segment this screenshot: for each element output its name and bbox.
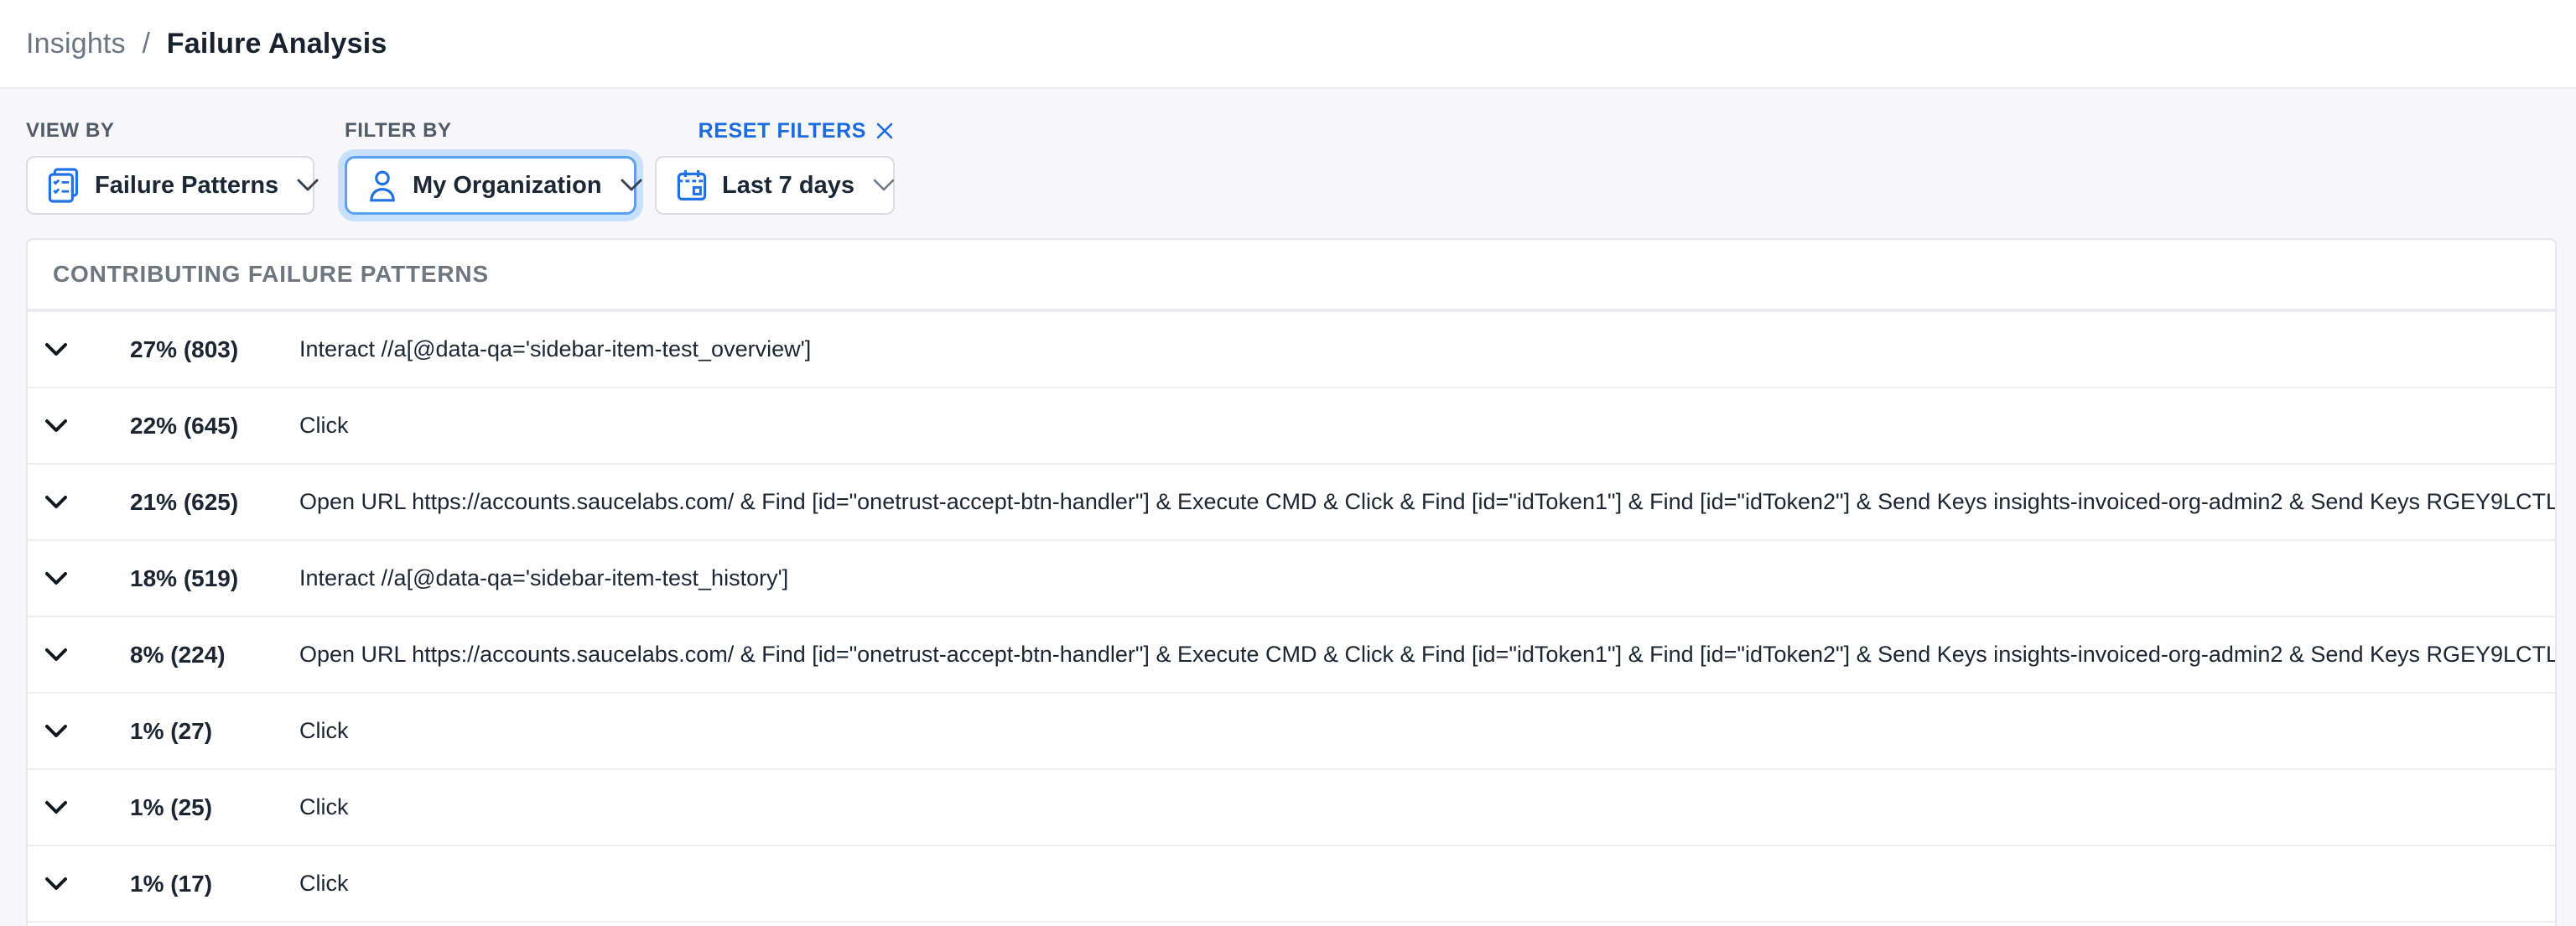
chevron-down-icon xyxy=(297,179,319,192)
organization-value: My Organization xyxy=(413,172,602,200)
card-title: CONTRIBUTING FAILURE PATTERNS xyxy=(53,261,489,288)
close-icon xyxy=(875,121,895,141)
expand-chevron-icon[interactable] xyxy=(44,877,68,891)
organization-dropdown[interactable]: My Organization xyxy=(345,156,636,215)
card-header: CONTRIBUTING FAILURE PATTERNS xyxy=(28,240,2555,312)
breadcrumb-insights-link[interactable]: Insights xyxy=(26,28,126,60)
reset-filters-button[interactable]: RESET FILTERS xyxy=(699,119,895,143)
expand-chevron-icon[interactable] xyxy=(44,419,68,433)
pattern-row[interactable]: 1% (17) Click xyxy=(28,846,2555,923)
breadcrumb: Insights / Failure Analysis xyxy=(26,28,387,60)
reset-filters-label: RESET FILTERS xyxy=(699,119,866,143)
expand-chevron-icon[interactable] xyxy=(44,800,68,814)
pattern-row[interactable]: 21% (625) Open URL https://accounts.sauc… xyxy=(28,465,2555,541)
chevron-down-icon xyxy=(873,179,895,192)
failure-patterns-card: CONTRIBUTING FAILURE PATTERNS 27% (803) … xyxy=(26,238,2557,926)
pattern-percent: 27% (803) xyxy=(130,336,299,363)
expand-chevron-icon[interactable] xyxy=(44,648,68,662)
pattern-percent: 22% (645) xyxy=(130,413,299,440)
pattern-row[interactable]: 1% (25) Click xyxy=(28,770,2555,846)
pattern-row[interactable]: 8% (224) Open URL https://accounts.sauce… xyxy=(28,617,2555,694)
pattern-row[interactable]: 18% (519) Interact //a[@data-qa='sidebar… xyxy=(28,541,2555,617)
pattern-text: Click xyxy=(299,413,2555,439)
date-range-dropdown[interactable]: Last 7 days xyxy=(655,156,895,215)
pattern-row[interactable]: 27% (803) Interact //a[@data-qa='sidebar… xyxy=(28,312,2555,388)
pattern-percent: 1% (17) xyxy=(130,871,299,897)
topbar: Insights / Failure Analysis xyxy=(0,0,2576,89)
pattern-percent: 18% (519) xyxy=(130,565,299,592)
pattern-percent: 1% (27) xyxy=(130,718,299,745)
date-range-value: Last 7 days xyxy=(722,172,854,200)
pattern-text: Interact //a[@data-qa='sidebar-item-test… xyxy=(299,336,2555,362)
view-by-value: Failure Patterns xyxy=(95,172,278,200)
view-by-dropdown[interactable]: Failure Patterns xyxy=(26,156,314,215)
pattern-text: Interact //a[@data-qa='sidebar-item-test… xyxy=(299,565,2555,591)
pattern-row[interactable]: 22% (645) Click xyxy=(28,388,2555,465)
chevron-down-icon xyxy=(621,179,642,192)
expand-chevron-icon[interactable] xyxy=(44,571,68,585)
pattern-text: Click xyxy=(299,871,2555,897)
pattern-text: Click xyxy=(299,794,2555,820)
pattern-percent: 8% (224) xyxy=(130,642,299,668)
view-by-label: VIEW BY xyxy=(26,119,115,143)
breadcrumb-separator: / xyxy=(142,28,150,60)
pattern-text: Open URL https://accounts.saucelabs.com/… xyxy=(299,642,2555,668)
filters-section: VIEW BY Failure Patterns xyxy=(0,89,2576,215)
pattern-rows: 27% (803) Interact //a[@data-qa='sidebar… xyxy=(28,312,2555,923)
pattern-row[interactable]: 1% (27) Click xyxy=(28,694,2555,770)
expand-chevron-icon[interactable] xyxy=(44,724,68,738)
user-icon xyxy=(367,168,397,203)
pattern-text: Open URL https://accounts.saucelabs.com/… xyxy=(299,489,2555,515)
failure-patterns-checklist-icon xyxy=(48,168,80,203)
pattern-percent: 1% (25) xyxy=(130,794,299,821)
calendar-icon xyxy=(677,169,707,202)
filter-by-label: FILTER BY xyxy=(345,119,452,143)
pattern-text: Click xyxy=(299,718,2555,744)
expand-chevron-icon[interactable] xyxy=(44,495,68,509)
page-title: Failure Analysis xyxy=(167,28,387,60)
expand-chevron-icon[interactable] xyxy=(44,342,68,356)
pattern-percent: 21% (625) xyxy=(130,489,299,516)
